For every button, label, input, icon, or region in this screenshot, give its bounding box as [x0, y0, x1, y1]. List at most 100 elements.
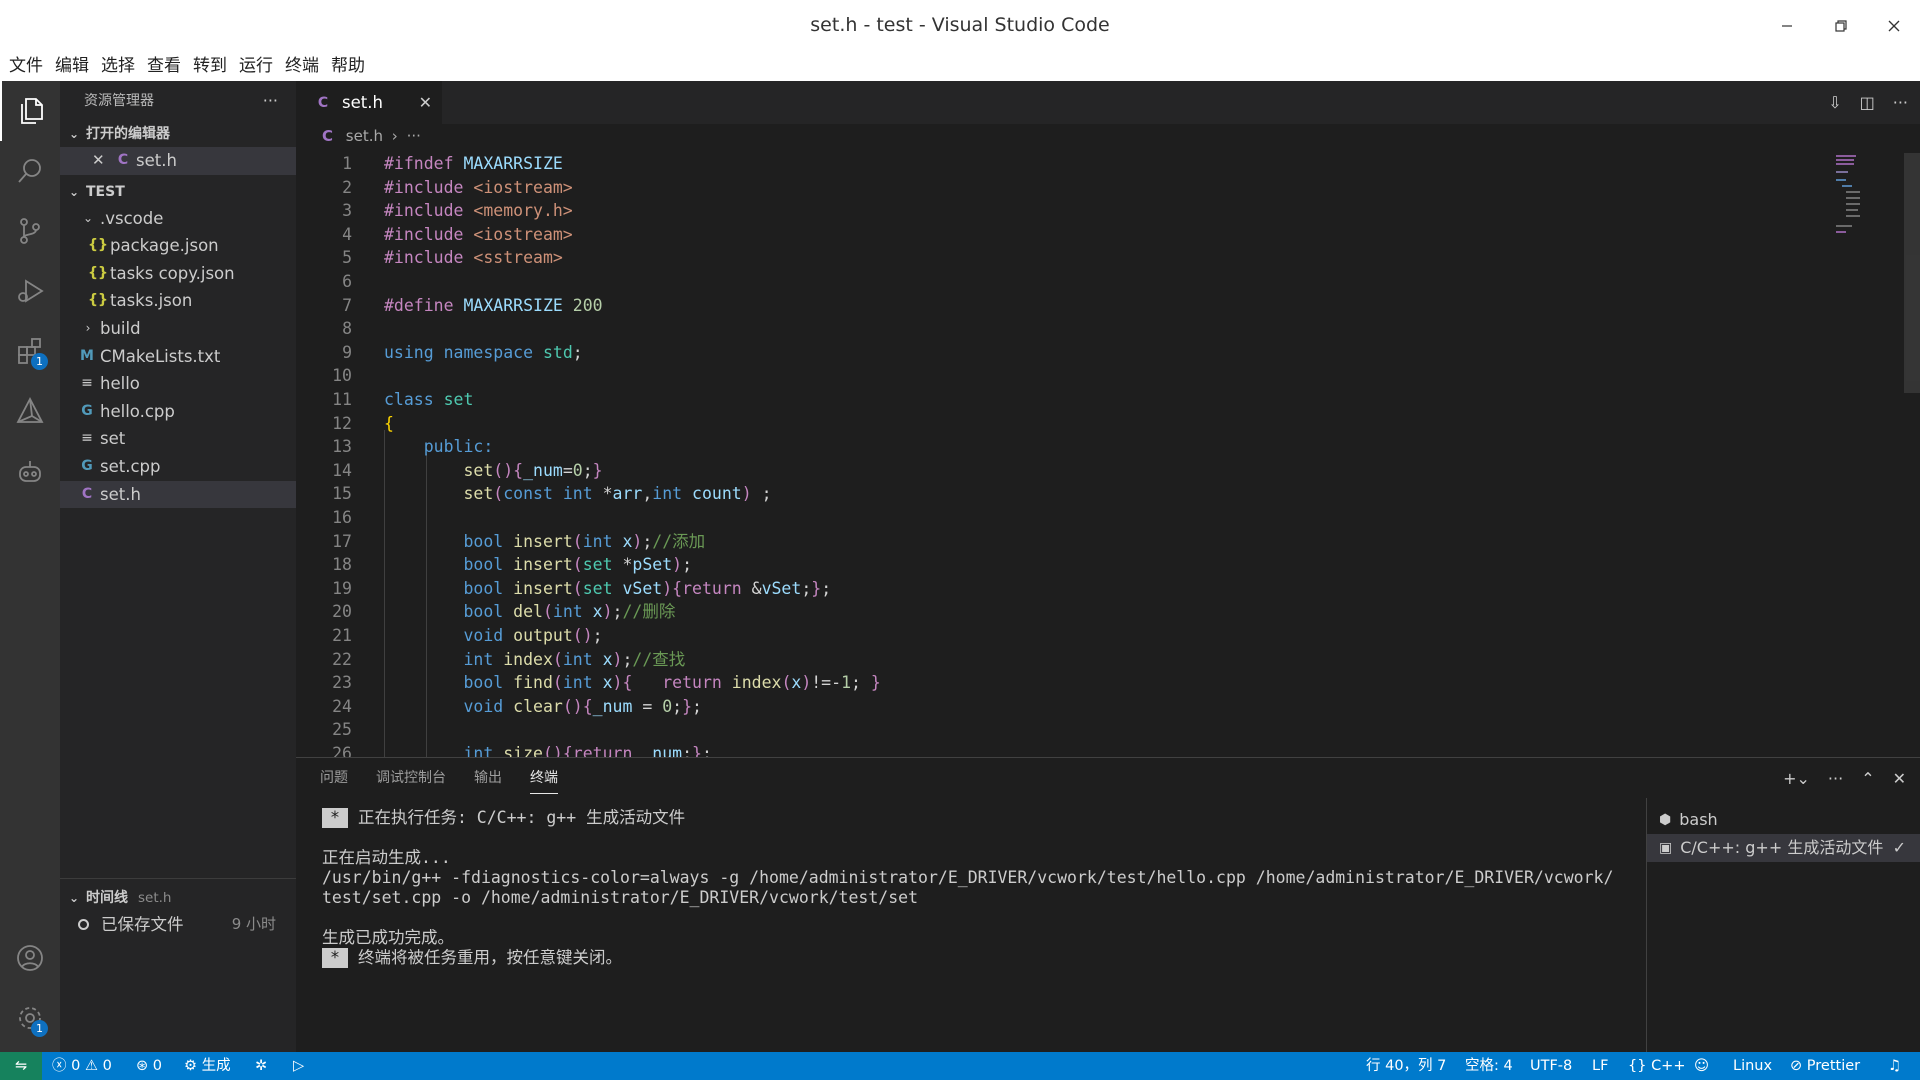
tree-item-vscode[interactable]: ⌄ .vscode	[60, 205, 296, 233]
terminal-output[interactable]: * 正在执行任务: C/C++: g++ 生成活动文件 正在启动生成.../usr/…	[322, 808, 1652, 968]
close-icon[interactable]: ✕	[1893, 769, 1906, 788]
menu-view[interactable]: 查看	[141, 51, 187, 81]
menu-file[interactable]: 文件	[3, 51, 49, 81]
minimap[interactable]	[1836, 153, 1860, 237]
vertical-scrollbar[interactable]	[1904, 153, 1920, 393]
close-icon[interactable]: ✕	[419, 93, 432, 112]
code-line[interactable]: using namespace std;	[384, 341, 583, 365]
menu-terminal[interactable]: 终端	[279, 51, 325, 81]
tree-item-hello-cpp[interactable]: G hello.cpp	[60, 398, 296, 426]
language-mode[interactable]: {} C++	[1628, 1052, 1686, 1080]
menu-help[interactable]: 帮助	[325, 51, 371, 81]
minimize-button[interactable]	[1761, 0, 1813, 51]
extensions-activity[interactable]: 1	[0, 321, 60, 381]
more-actions-icon[interactable]: ···	[1893, 93, 1908, 112]
breadcrumb-file[interactable]: set.h	[346, 127, 383, 145]
tree-item-tasks-copy-json[interactable]: {} tasks copy.json	[60, 260, 296, 288]
menu-run[interactable]: 运行	[233, 51, 279, 81]
problems-indicator[interactable]: ⓧ 0 ⚠ 0	[52, 1052, 112, 1080]
source-control-activity[interactable]	[0, 201, 60, 261]
menu-selection[interactable]: 选择	[95, 51, 141, 81]
code-line[interactable]: class set	[384, 388, 473, 412]
menu-go[interactable]: 转到	[187, 51, 233, 81]
run-debug-activity[interactable]	[0, 261, 60, 321]
code-line[interactable]: #include <iostream>	[384, 176, 573, 200]
indentation[interactable]: 空格: 4	[1465, 1052, 1513, 1080]
tree-item-build[interactable]: › build	[60, 315, 296, 343]
ports-indicator[interactable]: ⊛ 0	[136, 1052, 162, 1080]
notifications[interactable]: ♫	[1888, 1052, 1901, 1080]
explorer-activity[interactable]	[0, 81, 60, 141]
copilot-activity[interactable]	[0, 441, 60, 501]
tree-item-set-h[interactable]: C set.h	[60, 480, 296, 509]
tree-item-tasks-json[interactable]: {} tasks.json	[60, 287, 296, 315]
open-editor-item[interactable]: ✕ C set.h	[60, 147, 296, 175]
tab-set-h[interactable]: C set.h ✕	[296, 81, 442, 124]
code-line[interactable]: bool find(int x){ return index(x)!=-1; }	[384, 671, 880, 695]
end-of-line[interactable]: LF	[1592, 1052, 1608, 1080]
run-button[interactable]: ▷	[293, 1052, 304, 1080]
close-window-button[interactable]	[1868, 0, 1920, 51]
code-line[interactable]: void clear(){_num = 0;};	[384, 695, 701, 719]
code-editor[interactable]: 1 #ifndef MAXARRSIZE 2 #include <iostream> 3…	[296, 148, 1920, 757]
code-line[interactable]: int index(int x);//查找	[384, 648, 685, 672]
build-button[interactable]: ⚙ 生成	[184, 1052, 231, 1080]
search-activity[interactable]	[0, 141, 60, 201]
code-line[interactable]: void output();	[384, 624, 603, 648]
cmake-activity[interactable]	[0, 381, 60, 441]
tab-debug-console[interactable]: 调试控制台	[376, 758, 446, 798]
restore-button[interactable]	[1815, 0, 1867, 51]
code-token: ;	[592, 626, 603, 645]
code-line[interactable]: #include <sstream>	[384, 246, 563, 270]
terminal-item-task[interactable]: ▣ C/C++: g++ 生成活动文件 ✓	[1647, 834, 1920, 862]
code-line[interactable]: int size(){return _num;};	[384, 742, 711, 757]
platform[interactable]: Linux	[1733, 1052, 1772, 1080]
terminal-item-bash[interactable]: ⬢ bash	[1647, 806, 1920, 834]
timeline-header[interactable]: ⌄ 时间线 set.h	[60, 885, 296, 911]
code-line[interactable]: #ifndef MAXARRSIZE	[384, 152, 563, 176]
close-icon[interactable]: ✕	[92, 147, 114, 175]
remote-indicator[interactable]: ⇋	[0, 1052, 42, 1080]
tab-problems[interactable]: 问题	[320, 758, 348, 798]
accounts-activity[interactable]	[0, 928, 60, 988]
tab-output[interactable]: 输出	[474, 758, 502, 798]
encoding[interactable]: UTF-8	[1530, 1052, 1572, 1080]
project-header[interactable]: ⌄ TEST	[60, 179, 296, 205]
code-token: ;	[612, 602, 623, 622]
tree-item-hello[interactable]: ≡ hello	[60, 370, 296, 398]
open-editors-header[interactable]: ⌄ 打开的编辑器	[60, 121, 296, 147]
tree-item-set[interactable]: ≡ set	[60, 425, 296, 453]
code-line[interactable]: bool insert(set vSet){return &vSet;};	[384, 577, 831, 601]
tab-terminal[interactable]: 终端	[530, 758, 558, 798]
breadcrumb-more[interactable]: ···	[407, 127, 421, 145]
split-editor-icon[interactable]: ◫	[1860, 93, 1875, 112]
tree-item-package-json[interactable]: {} package.json	[60, 232, 296, 260]
code-line[interactable]: set(){_num=0;}	[384, 459, 602, 483]
code-line[interactable]: #define MAXARRSIZE 200	[384, 294, 603, 318]
code-token: ;	[622, 649, 633, 669]
cursor-position[interactable]: 行 40，列 7	[1366, 1052, 1446, 1080]
compare-icon[interactable]: ⇩	[1828, 93, 1841, 112]
more-actions-icon[interactable]: ···	[263, 81, 278, 121]
project-label: TEST	[86, 183, 125, 200]
more-actions-icon[interactable]: ···	[1828, 769, 1843, 788]
prettier-status[interactable]: ⊘ Prettier	[1790, 1052, 1860, 1080]
menu-edit[interactable]: 编辑	[49, 51, 95, 81]
code-line[interactable]: {	[384, 412, 394, 436]
tree-item-set-cpp[interactable]: G set.cpp	[60, 453, 296, 481]
code-line[interactable]: public:	[384, 435, 494, 459]
code-line[interactable]: bool insert(set *pSet);	[384, 553, 692, 577]
error-count: 0	[71, 1058, 81, 1074]
timeline-entry[interactable]: 已保存文件 9 小时	[60, 911, 296, 939]
manage-activity[interactable]: 1	[0, 988, 60, 1048]
code-line[interactable]: bool del(int x);//删除	[384, 600, 675, 624]
code-line[interactable]: bool insert(int x);//添加	[384, 530, 705, 554]
new-terminal-icon[interactable]: +⌄	[1783, 769, 1810, 788]
code-line[interactable]: set(const int *arr,int count) ;	[384, 482, 771, 506]
debug-button[interactable]: ✲	[255, 1052, 267, 1080]
code-line[interactable]: #include <iostream>	[384, 223, 573, 247]
tree-item-cmakelists[interactable]: M CMakeLists.txt	[60, 343, 296, 371]
code-line[interactable]: #include <memory.h>	[384, 199, 573, 223]
copilot-status[interactable]: ☺	[1694, 1052, 1709, 1080]
maximize-panel-icon[interactable]: ⌃	[1861, 769, 1874, 788]
